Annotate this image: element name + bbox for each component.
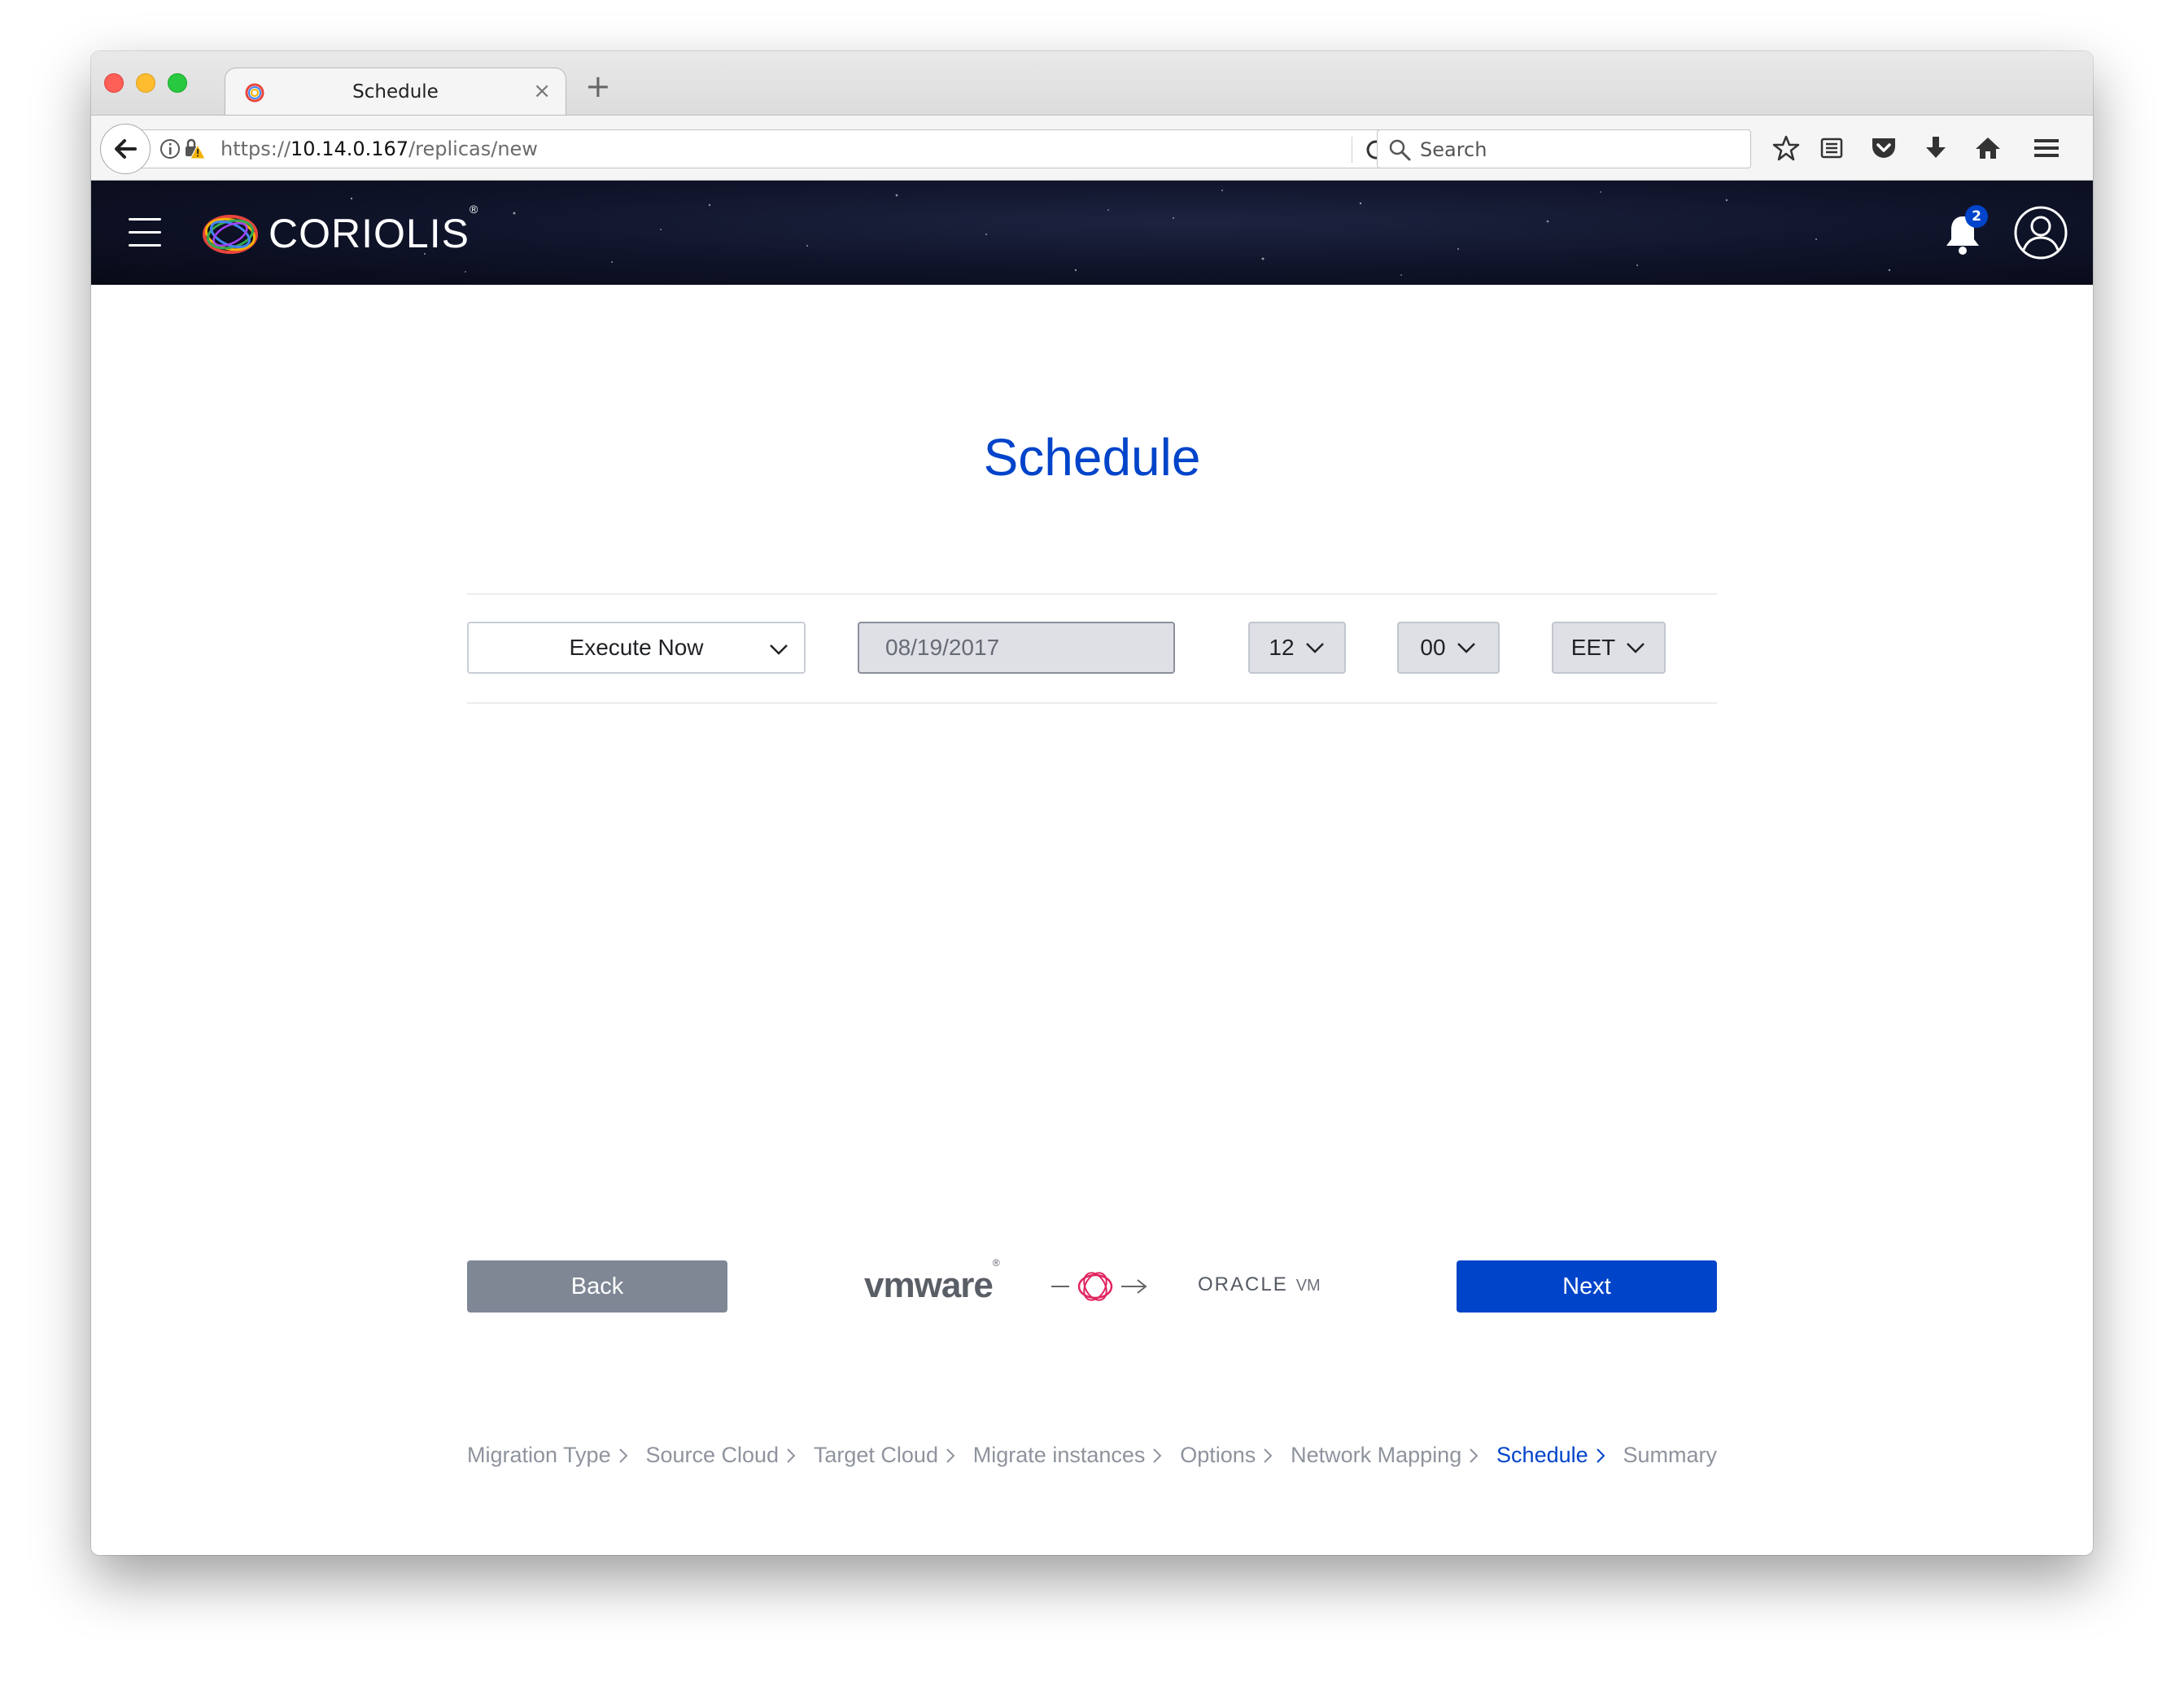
- brand-name[interactable]: CORIOLIS®: [269, 203, 478, 257]
- minimize-window-button[interactable]: [136, 73, 155, 93]
- search-placeholder: Search: [1420, 138, 1487, 161]
- chevron-down-icon: [1457, 643, 1475, 653]
- home-icon[interactable]: [1971, 131, 2005, 165]
- schedule-type-value: Execute Now: [569, 635, 704, 660]
- target-provider-name: ORACLE: [1198, 1273, 1288, 1295]
- tab-close-icon[interactable]: ×: [533, 79, 551, 103]
- schedule-hour-dropdown[interactable]: 12: [1248, 622, 1346, 674]
- source-provider-logo: vmware®: [864, 1257, 1000, 1306]
- breadcrumb-step-migration-type[interactable]: Migration Type: [467, 1443, 630, 1468]
- coriolis-favicon-icon: [245, 83, 264, 103]
- user-icon[interactable]: [2013, 205, 2068, 260]
- back-button[interactable]: Back: [467, 1260, 727, 1313]
- chevron-down-icon: [1305, 643, 1324, 653]
- breadcrumb-step-migrate-instances[interactable]: Migrate instances: [973, 1443, 1164, 1468]
- breadcrumb-label: Source Cloud: [645, 1443, 780, 1467]
- navigation-bar: https://10.14.0.167/replicas/new Search: [91, 115, 2093, 181]
- breadcrumb-step-network-mapping[interactable]: Network Mapping: [1291, 1443, 1480, 1468]
- chevron-right-icon: [618, 1448, 628, 1463]
- chevron-down-icon: [770, 644, 788, 655]
- schedule-timezone-dropdown[interactable]: EET: [1552, 622, 1666, 674]
- trademark-mark: ®: [992, 1257, 1000, 1269]
- app-header: CORIOLIS® 2: [91, 181, 2093, 285]
- url-text: https://10.14.0.167/replicas/new: [221, 138, 538, 160]
- back-arrow-icon: [115, 139, 137, 159]
- breadcrumb-step-target-cloud[interactable]: Target Cloud: [814, 1443, 957, 1468]
- search-bar[interactable]: Search: [1377, 129, 1751, 168]
- chevron-down-icon: [1627, 643, 1645, 653]
- browser-window: Schedule × + https://10.14.0.167/replica…: [91, 51, 2093, 1555]
- download-icon[interactable]: [1919, 131, 1953, 165]
- page-title: Schedule: [983, 428, 1201, 487]
- chevron-right-icon: [1596, 1448, 1605, 1463]
- chevron-right-icon: [1470, 1448, 1479, 1463]
- chevron-right-icon: [1153, 1448, 1162, 1463]
- next-button[interactable]: Next: [1457, 1260, 1717, 1313]
- breadcrumb-step-summary[interactable]: Summary: [1623, 1443, 1717, 1468]
- schedule-date-value: 08/19/2017: [885, 635, 1000, 660]
- wizard-breadcrumb: Migration Type Source Cloud Target Cloud…: [467, 1443, 1717, 1468]
- pocket-icon[interactable]: [1867, 131, 1901, 165]
- schedule-timezone-value: EET: [1570, 635, 1616, 660]
- schedule-minute-value: 00: [1420, 635, 1446, 660]
- breadcrumb-step-options[interactable]: Options: [1180, 1443, 1274, 1468]
- schedule-type-dropdown[interactable]: Execute Now: [467, 622, 806, 674]
- browser-tab[interactable]: Schedule ×: [225, 68, 566, 116]
- source-provider-name: vmware: [864, 1265, 994, 1305]
- reading-list-icon[interactable]: [1815, 131, 1849, 165]
- chevron-right-icon: [787, 1448, 796, 1463]
- bookmark-star-icon[interactable]: [1769, 131, 1803, 165]
- schedule-bottom-divider: [467, 702, 1717, 704]
- target-provider-suffix: VM: [1295, 1277, 1321, 1295]
- breadcrumb-step-schedule[interactable]: Schedule: [1496, 1443, 1607, 1468]
- breadcrumb-label: Network Mapping: [1291, 1443, 1462, 1467]
- breadcrumb-label: Schedule: [1496, 1443, 1588, 1467]
- info-icon[interactable]: [159, 138, 181, 160]
- breadcrumb-label: Migration Type: [467, 1443, 611, 1467]
- close-window-button[interactable]: [104, 73, 124, 93]
- chevron-right-icon: [1264, 1448, 1273, 1463]
- notification-badge: 2: [1965, 205, 1988, 228]
- migration-flow-icon: [1051, 1272, 1147, 1301]
- url-bar[interactable]: https://10.14.0.167/replicas/new: [133, 129, 1409, 168]
- breadcrumb-label: Summary: [1623, 1443, 1717, 1467]
- brand-registered-mark: ®: [469, 203, 479, 216]
- url-host: 10.14.0.167: [290, 138, 409, 160]
- schedule-hour-value: 12: [1269, 635, 1295, 660]
- breadcrumb-step-source-cloud[interactable]: Source Cloud: [645, 1443, 797, 1468]
- zoom-window-button[interactable]: [168, 73, 187, 93]
- tab-title: Schedule: [352, 81, 439, 103]
- warning-lock-icon[interactable]: [183, 138, 206, 160]
- url-scheme: https://: [221, 138, 291, 160]
- tab-bar: Schedule × +: [91, 51, 2093, 116]
- menu-icon[interactable]: [2029, 131, 2064, 165]
- url-path: /replicas/new: [408, 138, 538, 160]
- schedule-date-input[interactable]: 08/19/2017: [858, 622, 1175, 674]
- brand-text: CORIOLIS: [269, 211, 470, 256]
- new-tab-button[interactable]: +: [585, 71, 611, 102]
- browser-back-button[interactable]: [100, 124, 151, 174]
- breadcrumb-label: Options: [1180, 1443, 1256, 1467]
- breadcrumb-label: Migrate instances: [972, 1443, 1146, 1467]
- schedule-minute-dropdown[interactable]: 00: [1397, 622, 1500, 674]
- schedule-top-divider: [467, 593, 1717, 595]
- hamburger-icon[interactable]: [129, 218, 161, 247]
- search-icon: [1389, 139, 1411, 161]
- chevron-right-icon: [946, 1448, 955, 1463]
- target-provider-logo: ORACLE VM: [1198, 1273, 1321, 1296]
- coriolis-logo-icon: [203, 215, 258, 254]
- breadcrumb-label: Target Cloud: [813, 1443, 938, 1467]
